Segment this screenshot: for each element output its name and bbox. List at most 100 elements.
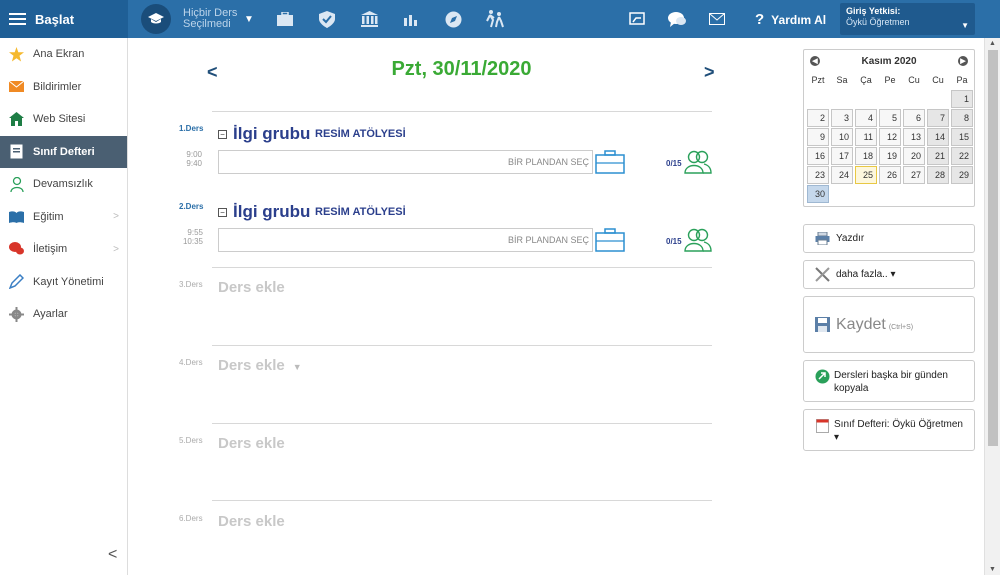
next-day-button[interactable]: > bbox=[704, 62, 715, 83]
calendar-day[interactable]: 13 bbox=[903, 128, 925, 146]
login-role-selector[interactable]: Giriş Yetkisi: Öykü Öğretmen ▼ bbox=[840, 3, 975, 35]
calendar-icon bbox=[815, 418, 830, 433]
pen-icon bbox=[9, 274, 24, 290]
students-icon[interactable] bbox=[684, 228, 712, 252]
calendar-day[interactable]: 7 bbox=[927, 109, 949, 127]
lesson-context-selector[interactable]: Hiçbir Ders Seçilmedi ▼ bbox=[141, 4, 254, 34]
save-label: Kaydet bbox=[836, 315, 886, 333]
sidebar-item-label: Kayıt Yönetimi bbox=[33, 275, 104, 288]
scrollbar-thumb[interactable] bbox=[988, 50, 998, 446]
add-lesson-button[interactable]: Ders ekle ▼ bbox=[218, 357, 302, 374]
calendar-day[interactable]: 20 bbox=[903, 147, 925, 165]
calendar-day[interactable]: 1 bbox=[951, 90, 973, 108]
scroll-up-icon[interactable]: ▲ bbox=[989, 40, 996, 47]
add-lesson-button[interactable]: Ders ekle bbox=[218, 279, 285, 296]
sidebar-item-attendance[interactable]: Devamsızlık bbox=[0, 168, 127, 201]
sidebar-item-notifications[interactable]: Bildirimler bbox=[0, 71, 127, 104]
calendar-day[interactable]: 28 bbox=[927, 166, 949, 184]
calendar-day[interactable]: 11 bbox=[855, 128, 877, 146]
sidebar-item-records[interactable]: Kayıt Yönetimi bbox=[0, 266, 127, 299]
calendar-day[interactable]: 30 bbox=[807, 185, 829, 203]
plan-select-field[interactable]: BİR PLANDAN SEÇ bbox=[218, 228, 593, 252]
envelope-icon bbox=[9, 79, 24, 94]
calendar-day[interactable]: 8 bbox=[951, 109, 973, 127]
calendar-day[interactable]: 3 bbox=[831, 109, 853, 127]
students-icon[interactable] bbox=[684, 150, 712, 174]
calendar-day[interactable]: 4 bbox=[855, 109, 877, 127]
weekday-header: Sa bbox=[836, 75, 848, 85]
calendar-day[interactable]: 25 bbox=[855, 166, 877, 184]
lesson-number: 5.Ders bbox=[179, 436, 203, 445]
collapse-lesson-button[interactable]: − bbox=[218, 208, 227, 217]
calendar-day[interactable]: 12 bbox=[879, 128, 901, 146]
lesson-times: 9:00 9:40 bbox=[184, 150, 202, 168]
calendar-month: Kasım 2020 bbox=[861, 55, 917, 67]
chat-icon[interactable] bbox=[666, 9, 688, 29]
right-panel: ◀ Kasım 2020 ▶ Pzt Sa Ça Pe Cu Cu Pa 1 2 3 4 5 6 7 8 9 1… bbox=[803, 49, 975, 451]
compass-icon[interactable] bbox=[443, 9, 463, 29]
calendar-day[interactable]: 22 bbox=[951, 147, 973, 165]
add-lesson-button[interactable]: Ders ekle bbox=[218, 435, 285, 452]
person-icon bbox=[9, 176, 24, 192]
calendar-day[interactable]: 29 bbox=[951, 166, 973, 184]
shield-icon[interactable] bbox=[317, 9, 337, 29]
vertical-scrollbar[interactable]: ▲ ▼ bbox=[984, 38, 1000, 575]
collapse-lesson-button[interactable]: − bbox=[218, 130, 227, 139]
lesson-times: 9:55 10:35 bbox=[179, 228, 203, 246]
plan-select-field[interactable]: BİR PLANDAN SEÇ bbox=[218, 150, 593, 174]
hamburger-icon bbox=[9, 12, 26, 26]
sidebar-item-education[interactable]: Eğitim > bbox=[0, 201, 127, 234]
copy-lessons-button[interactable]: Dersleri başka bir günden kopyala bbox=[803, 360, 975, 402]
calendar-day[interactable]: 19 bbox=[879, 147, 901, 165]
walking-icon[interactable] bbox=[485, 9, 505, 29]
group-name[interactable]: İlgi grubu bbox=[233, 124, 310, 144]
calendar-day[interactable]: 18 bbox=[855, 147, 877, 165]
chat-icon bbox=[9, 242, 24, 257]
briefcase-icon[interactable] bbox=[275, 9, 295, 29]
calendar-day[interactable]: 15 bbox=[951, 128, 973, 146]
sidebar-item-home[interactable]: Ana Ekran bbox=[0, 38, 127, 71]
help-button[interactable]: ? Yardım Al bbox=[755, 11, 826, 28]
class-notebook-owner-button[interactable]: Sınıf Defteri: Öykü Öğretmen ▾ bbox=[803, 409, 975, 451]
calendar-day[interactable]: 23 bbox=[807, 166, 829, 184]
previous-day-button[interactable]: < bbox=[207, 62, 218, 83]
briefcase-icon[interactable] bbox=[595, 150, 625, 174]
calendar-day[interactable]: 21 bbox=[927, 147, 949, 165]
home-icon bbox=[9, 112, 24, 127]
more-actions-button[interactable]: daha fazla.. ▾ bbox=[803, 260, 975, 289]
sidebar-item-settings[interactable]: Ayarlar bbox=[0, 298, 127, 331]
sidebar-item-communication[interactable]: İletişim > bbox=[0, 233, 127, 266]
group-name[interactable]: İlgi grubu bbox=[233, 202, 310, 222]
calendar-day[interactable]: 26 bbox=[879, 166, 901, 184]
sidebar-item-class-notebook[interactable]: Sınıf Defteri bbox=[0, 135, 127, 168]
menu-button[interactable]: Başlat bbox=[0, 0, 128, 38]
calendar-day[interactable]: 14 bbox=[927, 128, 949, 146]
calendar-day[interactable]: 6 bbox=[903, 109, 925, 127]
calendar-day[interactable]: 5 bbox=[879, 109, 901, 127]
calendar-day[interactable]: 10 bbox=[831, 128, 853, 146]
print-button[interactable]: Yazdır bbox=[803, 224, 975, 253]
calendar-day[interactable]: 24 bbox=[831, 166, 853, 184]
sidebar-item-website[interactable]: Web Sitesi bbox=[0, 103, 127, 136]
calendar-day[interactable]: 17 bbox=[831, 147, 853, 165]
calendar-day[interactable]: 2 bbox=[807, 109, 829, 127]
bar-chart-icon[interactable] bbox=[401, 9, 421, 29]
calendar-day[interactable]: 27 bbox=[903, 166, 925, 184]
scroll-down-icon[interactable]: ▼ bbox=[989, 566, 996, 573]
briefcase-icon[interactable] bbox=[595, 228, 625, 252]
save-button[interactable]: Kaydet (Ctrl+S) bbox=[803, 296, 975, 353]
calendar-empty-cell bbox=[855, 185, 877, 203]
calendar-empty-cell bbox=[807, 90, 829, 108]
previous-month-button[interactable]: ◀ bbox=[810, 56, 820, 66]
collapse-sidebar-icon[interactable]: < bbox=[108, 546, 117, 564]
calendar-day[interactable]: 9 bbox=[807, 128, 829, 146]
chevron-down-icon: ▼ bbox=[961, 21, 969, 30]
mail-icon[interactable] bbox=[706, 9, 728, 29]
sidebar-item-label: Eğitim bbox=[33, 210, 64, 223]
help-label: Yardım Al bbox=[771, 12, 827, 27]
institution-icon[interactable] bbox=[359, 9, 379, 29]
calendar-day[interactable]: 16 bbox=[807, 147, 829, 165]
next-month-button[interactable]: ▶ bbox=[957, 56, 968, 66]
cast-icon[interactable] bbox=[626, 9, 648, 29]
add-lesson-button[interactable]: Ders ekle bbox=[218, 513, 285, 530]
